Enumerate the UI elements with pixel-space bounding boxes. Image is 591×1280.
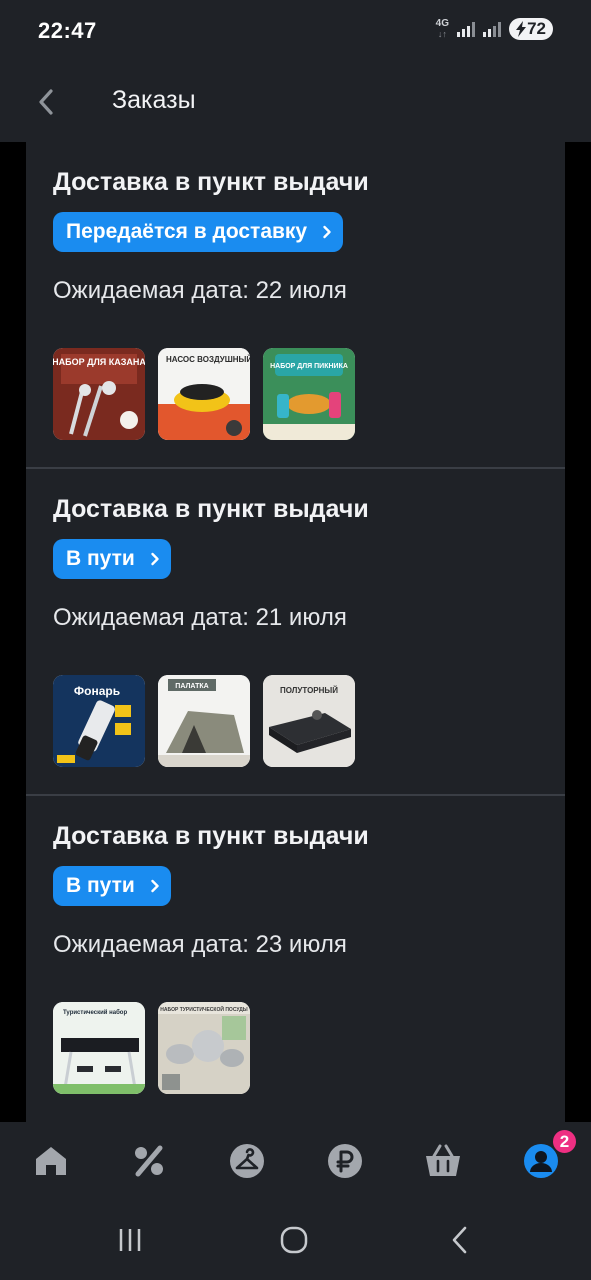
order-status-button[interactable]: Передаётся в доставку bbox=[53, 212, 344, 252]
order-status-label: Передаётся в доставку bbox=[66, 220, 308, 243]
ruble-icon bbox=[328, 1144, 362, 1178]
order-items: Фонарь ПАЛАТКА ПОЛУТОРНЫЙ bbox=[53, 675, 355, 767]
status-time: 22:47 bbox=[38, 18, 97, 43]
orders-scroll-area[interactable]: Доставка в пункт выдачи Передаётся в дос… bbox=[0, 142, 591, 1122]
status-indicators: 4G ↓↑ 72 bbox=[436, 18, 553, 40]
home-button[interactable] bbox=[274, 1222, 314, 1258]
battery-level: 72 bbox=[527, 19, 546, 38]
charging-icon bbox=[516, 21, 526, 37]
order-expected-date: Ожидаемая дата: 22 июля bbox=[53, 277, 347, 304]
product-thumbnail[interactable]: НАБОР ДЛЯ КАЗАНА bbox=[53, 348, 145, 440]
back-button[interactable] bbox=[26, 82, 66, 122]
product-caption: Фонарь bbox=[74, 684, 120, 698]
chevron-right-icon bbox=[151, 879, 159, 893]
orders-list: Доставка в пункт выдачи Передаётся в дос… bbox=[26, 142, 565, 1122]
nav-finance[interactable] bbox=[322, 1140, 368, 1182]
order-delivery-type: Доставка в пункт выдачи bbox=[53, 495, 369, 523]
product-caption: ПОЛУТОРНЫЙ bbox=[280, 686, 338, 695]
signal-icon bbox=[483, 21, 501, 37]
product-thumbnail[interactable]: ПОЛУТОРНЫЙ bbox=[263, 675, 355, 767]
back-arrow-icon bbox=[452, 1226, 467, 1254]
app-header: Заказы bbox=[0, 62, 591, 142]
nav-home[interactable] bbox=[28, 1140, 74, 1182]
home-circle-icon bbox=[280, 1226, 308, 1254]
page-title: Заказы bbox=[112, 86, 196, 114]
product-thumbnail[interactable]: Фонарь bbox=[53, 675, 145, 767]
basket-icon bbox=[426, 1144, 460, 1176]
system-back-button[interactable] bbox=[440, 1222, 480, 1258]
product-thumbnail[interactable]: Туристический набор bbox=[53, 1002, 145, 1094]
product-thumbnail[interactable]: ПАЛАТКА bbox=[158, 675, 250, 767]
order-items: НАБОР ДЛЯ КАЗАНА НАСОС ВОЗДУШНЫЙ НАБОР Д… bbox=[53, 348, 355, 440]
recent-apps-button[interactable] bbox=[110, 1222, 150, 1258]
order-card[interactable]: Доставка в пункт выдачи Передаётся в дос… bbox=[26, 142, 565, 469]
nav-sales[interactable] bbox=[126, 1140, 172, 1182]
order-delivery-type: Доставка в пункт выдачи bbox=[53, 168, 369, 196]
order-status-button[interactable]: В пути bbox=[53, 866, 171, 906]
product-caption: НАБОР ДЛЯ ПИКНИКА bbox=[270, 363, 348, 370]
recent-apps-icon bbox=[119, 1229, 141, 1251]
product-caption: НАБОР ДЛЯ КАЗАНА bbox=[53, 357, 145, 367]
nav-catalog[interactable] bbox=[224, 1140, 270, 1182]
order-expected-date: Ожидаемая дата: 23 июля bbox=[53, 931, 347, 958]
order-card[interactable]: Доставка в пункт выдачи В пути Ожидаемая… bbox=[26, 796, 565, 1122]
chevron-right-icon bbox=[151, 552, 159, 566]
product-caption: НАБОР ТУРИСТИЧЕСКОЙ ПОСУДЫ bbox=[160, 1005, 247, 1013]
chevron-left-icon bbox=[39, 89, 53, 115]
product-caption: Туристический набор bbox=[63, 1009, 127, 1016]
order-status-label: В пути bbox=[66, 874, 135, 897]
signal-icon bbox=[457, 21, 475, 37]
order-delivery-type: Доставка в пункт выдачи bbox=[53, 822, 369, 850]
product-caption: НАСОС ВОЗДУШНЫЙ bbox=[166, 355, 250, 364]
order-status-label: В пути bbox=[66, 547, 135, 570]
status-bar: 22:47 4G ↓↑ 72 bbox=[0, 0, 591, 62]
system-navigation bbox=[0, 1200, 591, 1280]
product-thumbnail[interactable]: НАБОР ТУРИСТИЧЕСКОЙ ПОСУДЫ bbox=[158, 1002, 250, 1094]
network-type: 4G ↓↑ bbox=[435, 18, 449, 40]
product-caption: ПАЛАТКА bbox=[175, 683, 208, 690]
percent-icon bbox=[135, 1145, 163, 1177]
product-thumbnail[interactable]: НАБОР ДЛЯ ПИКНИКА bbox=[263, 348, 355, 440]
product-thumbnail[interactable]: НАСОС ВОЗДУШНЫЙ bbox=[158, 348, 250, 440]
profile-notification-badge: 2 bbox=[551, 1128, 578, 1155]
order-card[interactable]: Доставка в пункт выдачи В пути Ожидаемая… bbox=[26, 469, 565, 796]
order-expected-date: Ожидаемая дата: 21 июля bbox=[53, 604, 347, 631]
nav-basket[interactable] bbox=[420, 1140, 466, 1182]
battery-indicator: 72 bbox=[509, 18, 553, 40]
order-items: Туристический набор НАБОР ТУРИСТИЧЕСКОЙ … bbox=[53, 1002, 250, 1094]
home-icon bbox=[36, 1147, 66, 1175]
order-status-button[interactable]: В пути bbox=[53, 539, 171, 579]
hanger-icon bbox=[230, 1144, 264, 1178]
chevron-right-icon bbox=[323, 225, 331, 239]
bottom-navigation: 2 bbox=[0, 1122, 591, 1200]
